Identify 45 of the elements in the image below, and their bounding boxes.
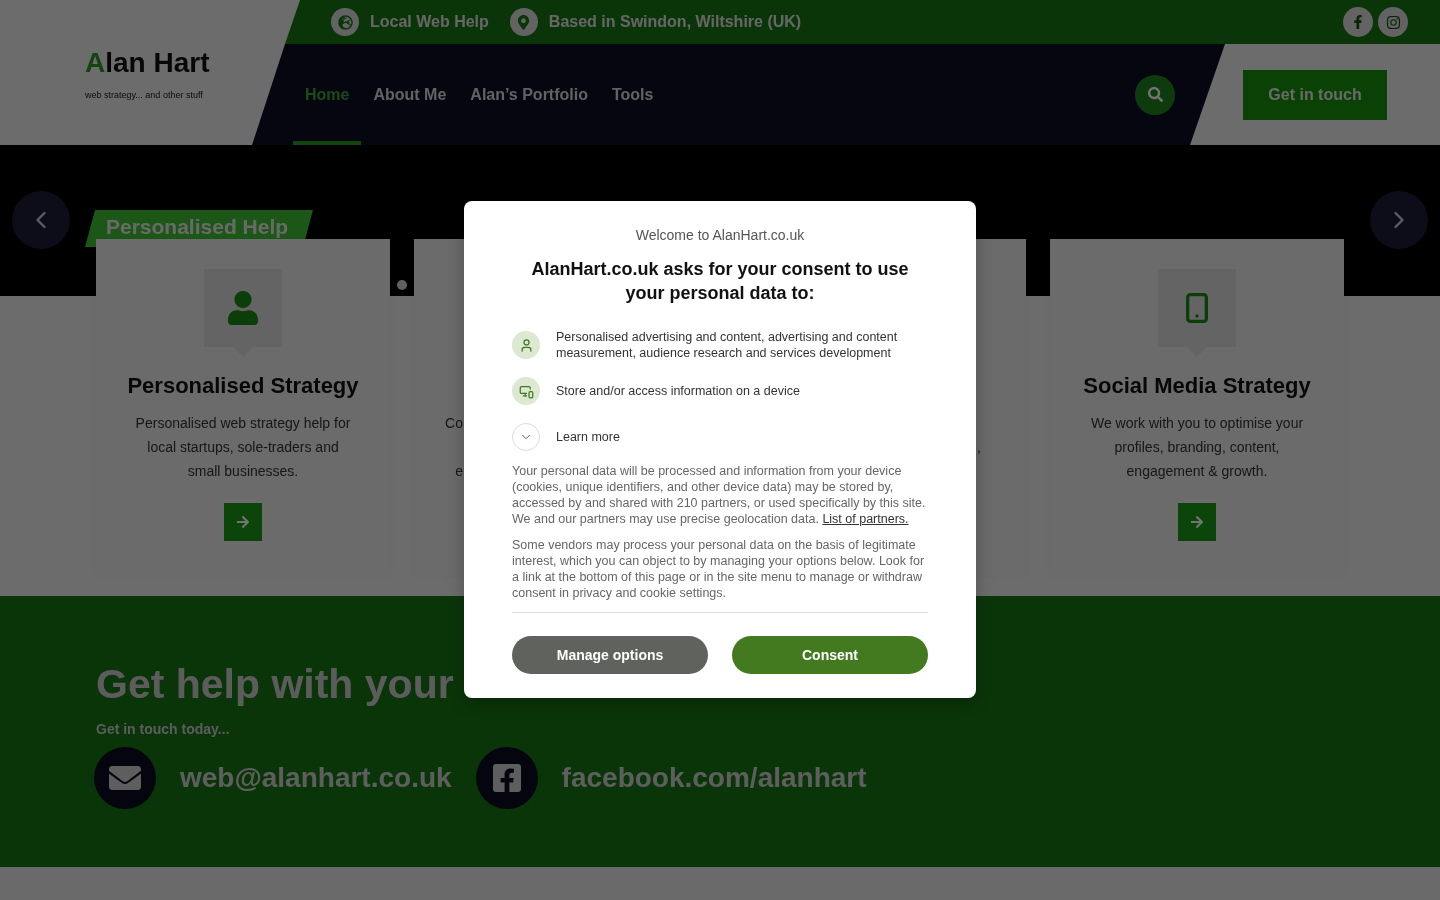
map-pin-icon — [509, 8, 538, 36]
facebook-icon[interactable] — [1343, 7, 1373, 37]
card-arrow-button[interactable] — [1178, 503, 1216, 541]
nav-link[interactable]: Tools — [599, 44, 666, 145]
instagram-icon[interactable] — [1378, 7, 1408, 37]
nav-link[interactable]: About Me — [361, 44, 459, 145]
arrow-right-icon — [1190, 515, 1204, 529]
person-icon — [512, 331, 540, 359]
globe-icon — [331, 8, 359, 36]
arrow-right-icon — [236, 515, 250, 529]
consent-paragraph: Your personal data will be processed and information from your device (cookies, unique identifiers, and other device data) may be stored by, accessed by and shared with 210 partners, or used specifically by this site. We and our partners may use precise geolocation data. List of partners. — [512, 463, 927, 527]
card-description: Personalised web strategy help for local startups, sole-traders and small businesses. — [134, 414, 352, 481]
search-button[interactable] — [1135, 74, 1175, 115]
purpose-text: Store and/or access information on a device — [556, 383, 800, 399]
pagination-dot-icon[interactable] — [397, 280, 407, 290]
contact-subheading: Get in touch today... — [96, 720, 230, 738]
consent-button[interactable]: Consent — [732, 636, 928, 674]
card-description: We work with you to optimise your profiles, branding, content, engagement & growth. — [1089, 414, 1305, 481]
site-tagline: web strategy... and other stuff — [85, 89, 203, 101]
smartphone-icon — [1158, 269, 1236, 357]
card-text-fragment: , — [977, 438, 981, 457]
manage-options-button[interactable]: Manage options — [512, 636, 708, 674]
card-arrow-button[interactable] — [224, 503, 262, 541]
person-icon — [204, 269, 282, 357]
learn-more-button[interactable]: Learn more — [512, 421, 620, 453]
contact-link[interactable]: web@alanhart.co.uk — [180, 762, 452, 794]
card-text-fragment: Co — [445, 414, 463, 433]
consent-heading: AlanHart.co.uk asks for your consent to use your personal data to: — [530, 258, 910, 305]
consent-paragraph: Some vendors may process your personal data on the basis of legitimate interest, which you can object to by managing your options below. Look for a link at the bottom of this page or in the site menu to manage or withdraw consent in privacy and cookie settings. — [512, 537, 926, 601]
partners-link[interactable]: List of partners. — [822, 512, 909, 526]
top-bar-text: Local Web Help — [370, 13, 489, 31]
card-text-fragment: e — [455, 462, 463, 481]
get-in-touch-button[interactable]: Get in touch — [1243, 69, 1387, 120]
card-title: Personalised Strategy — [127, 373, 359, 399]
consent-welcome: Welcome to AlanHart.co.uk — [634, 226, 806, 245]
section-tag-text: Personalised Help — [106, 215, 289, 239]
contact-heading: Get help with your — [96, 660, 454, 708]
site-logo[interactable]: Alan Hart — [85, 46, 210, 80]
card-title: Social Media Strategy — [1083, 373, 1311, 399]
search-icon — [1147, 87, 1163, 102]
nav-link[interactable]: Alan’s Portfolio — [458, 44, 600, 145]
devices-icon — [512, 377, 540, 405]
purpose-text: Personalised advertising and content, advertising and content measurement, audience research and services development — [556, 329, 899, 361]
top-bar-text: Based in Swindon, Wiltshire (UK) — [548, 13, 802, 31]
contact-link[interactable]: facebook.com/alanhart — [561, 762, 867, 794]
